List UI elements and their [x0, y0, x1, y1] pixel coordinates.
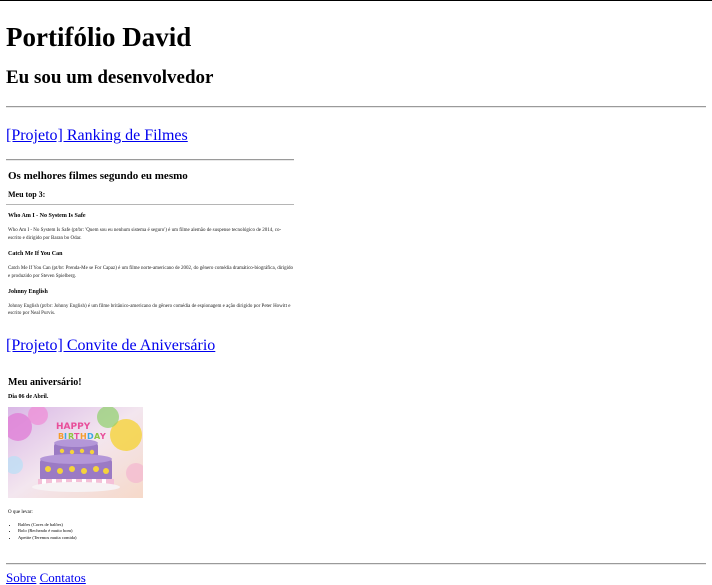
- movie-title: Catch Me If You Can: [8, 250, 63, 257]
- invite-date: Dia 06 de Abril.: [8, 394, 49, 401]
- footer-link-sobre[interactable]: Sobre: [6, 570, 36, 585]
- movie-description: Catch Me If You Can (pt/br: Prenda-Me se…: [8, 266, 294, 279]
- preview-divider: [6, 204, 294, 206]
- movie-title: Who Am I - No System Is Safe: [8, 213, 86, 220]
- preview-subtitle: Meu top 3:: [8, 189, 46, 199]
- project-link-ranking[interactable]: [Projeto] Ranking de Filmes: [6, 126, 188, 145]
- preview-divider: [6, 159, 294, 162]
- page-title: Portifólio David: [6, 22, 192, 52]
- svg-text:D: D: [87, 432, 94, 441]
- footer-nav: Sobre Contatos: [6, 570, 86, 585]
- footer-link-contatos[interactable]: Contatos: [40, 570, 86, 585]
- movie-description: Johnny English (pt/br: Johnny English) é…: [8, 303, 291, 317]
- preview-title: Os melhores filmes segundo eu mesmo: [8, 170, 188, 183]
- svg-text:HAPPY: HAPPY: [56, 422, 91, 432]
- divider: [6, 106, 706, 109]
- bring-list: Balões (Cores de balões) Bolo (Recheado …: [8, 522, 148, 542]
- movie-description: Who Am I - No System Is Safe (pt/br: 'Qu…: [8, 228, 282, 242]
- page-subtitle: Eu sou um desenvolvedor: [6, 67, 214, 89]
- project-preview-ranking: Os melhores filmes segundo eu mesmo Meu …: [6, 159, 294, 318]
- invite-title: Meu aniversário!: [8, 377, 82, 389]
- svg-text:Y: Y: [99, 432, 106, 441]
- list-item: Apetite (Teremos muita comida): [18, 535, 148, 542]
- footer-divider: [6, 563, 706, 565]
- project-link-convite[interactable]: [Projeto] Convite de Aniversário: [6, 336, 215, 355]
- movie-title: Johnny English: [8, 288, 48, 295]
- bring-label: O que levar:: [8, 509, 33, 515]
- project-preview-convite: Meu aniversário! Dia 06 de Abril. HAPPY …: [4, 377, 148, 542]
- birthday-cake-image: HAPPY B I R T H D A Y: [4, 404, 146, 498]
